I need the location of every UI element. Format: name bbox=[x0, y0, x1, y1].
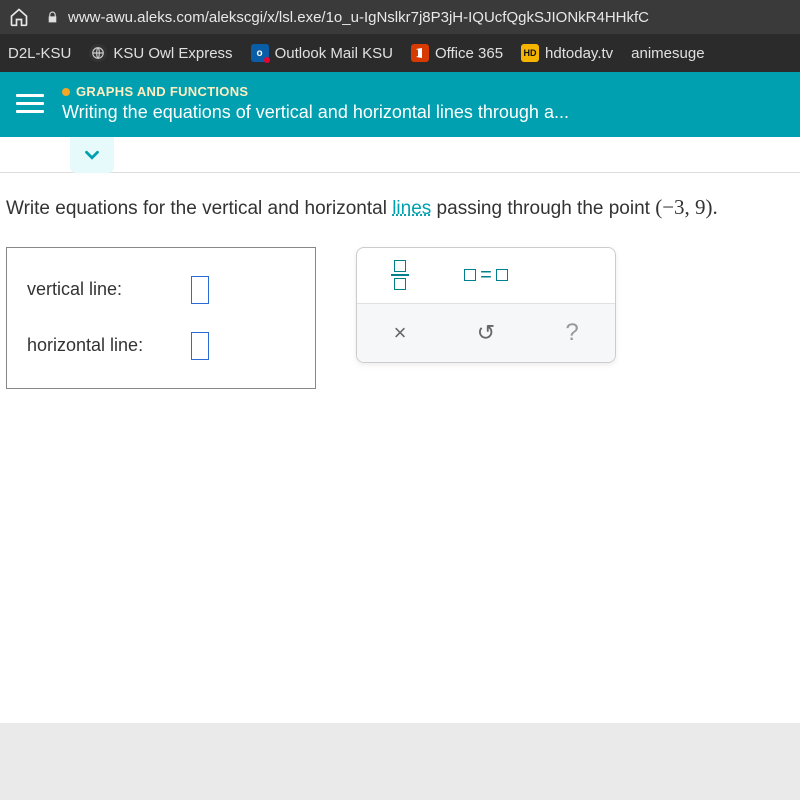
question-post: passing through the point bbox=[431, 198, 655, 219]
bookmark-label: D2L-KSU bbox=[8, 45, 71, 62]
outlook-icon: o bbox=[251, 44, 269, 62]
page-title: Writing the equations of vertical and ho… bbox=[62, 102, 569, 123]
vertical-label: vertical line: bbox=[27, 279, 177, 300]
home-icon[interactable] bbox=[6, 4, 32, 30]
help-button[interactable]: ? bbox=[529, 304, 615, 362]
sub-bar bbox=[0, 137, 800, 173]
tool-row-top: = bbox=[357, 248, 615, 303]
hd-icon: HD bbox=[521, 44, 539, 62]
equation-tool[interactable]: = bbox=[443, 248, 529, 303]
clear-button[interactable]: × bbox=[357, 304, 443, 362]
equals-sign: = bbox=[480, 264, 492, 287]
bookmarks-bar: D2L-KSU KSU Owl Express o Outlook Mail K… bbox=[0, 34, 800, 72]
horizontal-label: horizontal line: bbox=[27, 335, 177, 356]
app-header: GRAPHS AND FUNCTIONS Writing the equatio… bbox=[0, 72, 800, 137]
undo-icon: ↺ bbox=[477, 320, 495, 346]
horizontal-line-input[interactable] bbox=[191, 332, 209, 360]
crumb-label: GRAPHS AND FUNCTIONS bbox=[76, 84, 248, 99]
question-point: (−3, 9). bbox=[655, 195, 718, 219]
close-icon: × bbox=[394, 320, 407, 346]
bookmark-label: animesuge bbox=[631, 45, 704, 62]
bookmark-office[interactable]: Office 365 bbox=[411, 44, 503, 62]
crumb-dot-icon bbox=[62, 88, 70, 96]
bookmark-label: Office 365 bbox=[435, 45, 503, 62]
url-text: www-awu.aleks.com/alekscgi/x/lsl.exe/1o_… bbox=[68, 9, 649, 26]
browser-url-bar: www-awu.aleks.com/alekscgi/x/lsl.exe/1o_… bbox=[0, 0, 800, 34]
bookmark-outlook[interactable]: o Outlook Mail KSU bbox=[251, 44, 393, 62]
reset-button[interactable]: ↺ bbox=[443, 304, 529, 362]
hamburger-menu-icon[interactable] bbox=[16, 94, 44, 113]
lines-link[interactable]: lines bbox=[392, 198, 431, 219]
bookmark-animesuge[interactable]: animesuge bbox=[631, 45, 704, 62]
url-display[interactable]: www-awu.aleks.com/alekscgi/x/lsl.exe/1o_… bbox=[38, 7, 655, 28]
question-text: Write equations for the vertical and hor… bbox=[6, 193, 790, 223]
globe-icon bbox=[89, 44, 107, 62]
question-mark-icon: ? bbox=[565, 319, 578, 347]
bookmark-label: hdtoday.tv bbox=[545, 45, 613, 62]
lock-icon bbox=[44, 9, 60, 25]
answer-box: vertical line: horizontal line: bbox=[6, 247, 316, 389]
fraction-icon bbox=[391, 260, 409, 290]
chevron-down-icon bbox=[81, 144, 103, 166]
vertical-line-input[interactable] bbox=[191, 276, 209, 304]
question-pre: Write equations for the vertical and hor… bbox=[6, 198, 392, 219]
tool-row-bottom: × ↺ ? bbox=[357, 303, 615, 362]
tool-panel: = × ↺ ? bbox=[356, 247, 616, 363]
horizontal-line-row: horizontal line: bbox=[27, 332, 295, 360]
office-icon bbox=[411, 44, 429, 62]
header-text: GRAPHS AND FUNCTIONS Writing the equatio… bbox=[62, 84, 569, 123]
content-area: Write equations for the vertical and hor… bbox=[0, 173, 800, 723]
equation-icon: = bbox=[464, 264, 508, 287]
bookmark-label: KSU Owl Express bbox=[113, 45, 232, 62]
breadcrumb: GRAPHS AND FUNCTIONS bbox=[62, 84, 569, 99]
work-row: vertical line: horizontal line: = bbox=[6, 247, 790, 389]
bookmark-owl[interactable]: KSU Owl Express bbox=[89, 44, 232, 62]
tool-spacer bbox=[529, 248, 615, 303]
fraction-tool[interactable] bbox=[357, 248, 443, 303]
vertical-line-row: vertical line: bbox=[27, 276, 295, 304]
bookmark-hdtoday[interactable]: HD hdtoday.tv bbox=[521, 44, 613, 62]
expand-toggle[interactable] bbox=[70, 137, 114, 173]
bookmark-label: Outlook Mail KSU bbox=[275, 45, 393, 62]
bookmark-d2l[interactable]: D2L-KSU bbox=[8, 45, 71, 62]
